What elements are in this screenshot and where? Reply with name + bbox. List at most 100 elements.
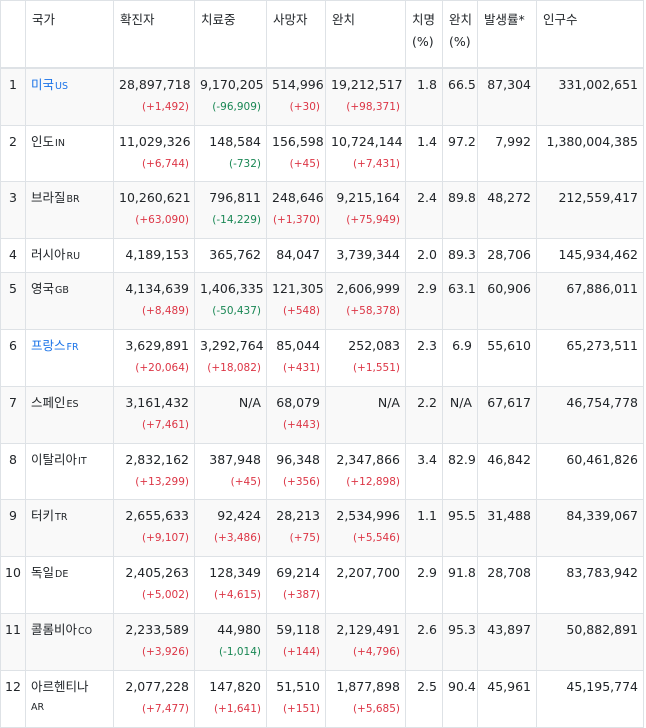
recovery-rate-cell: 90.4 [442, 669, 478, 728]
country-name: 러시아 [31, 246, 66, 262]
deaths-value: 28,213 [276, 507, 320, 523]
incidence-value: 48,272 [487, 189, 531, 205]
recovery-rate-value: 89.8 [448, 189, 476, 205]
confirmed-value: 3,629,891 [125, 337, 189, 353]
country-link[interactable]: 프랑스 [31, 338, 66, 353]
header-country[interactable]: 국가 [25, 0, 114, 69]
fatality-rate-cell: 1.4 [405, 124, 443, 182]
deaths-value: 121,305 [272, 280, 324, 296]
recovery-rate-cell: 82.9 [442, 442, 478, 500]
population-cell: 83,783,942 [536, 555, 644, 614]
rank-cell: 9 [0, 498, 26, 557]
recovered-value: 19,212,517 [331, 77, 403, 92]
rank-cell: 4 [0, 237, 26, 273]
treating-value: 387,948 [209, 451, 261, 467]
deaths-cell: 69,214 (+387) [266, 555, 326, 614]
header-recovery-rate[interactable]: 완치 (%) [442, 0, 478, 69]
country-name: 브라질 [31, 189, 66, 205]
incidence-value: 7,992 [495, 133, 531, 149]
header-deaths[interactable]: 사망자 [266, 0, 326, 69]
deaths-delta: (+45) [289, 157, 320, 170]
confirmed-delta: (+63,090) [135, 213, 189, 226]
table-body: 1 미국US 28,897,718 (+1,492) 9,170,205 (-96,909… [0, 67, 644, 728]
recovered-cell: 2,129,491 (+4,796) [325, 612, 406, 671]
recovery-rate-cell: 97.2 [442, 124, 478, 182]
country-cell[interactable]: 프랑스FR [25, 328, 114, 387]
population-cell: 60,461,826 [536, 442, 644, 500]
fatality-rate-cell: 1.1 [405, 498, 443, 557]
country-name-wrap: 스페인ES [31, 393, 108, 415]
country-code[interactable]: US [55, 81, 68, 92]
population-cell: 45,195,774 [536, 669, 644, 728]
recovery-rate-cell: N/A [442, 385, 478, 444]
recovered-value: 2,347,866 [336, 451, 400, 467]
country-link[interactable]: 미국 [31, 77, 54, 92]
treating-value: 3,292,764 [200, 337, 264, 353]
deaths-value: 85,044 [276, 337, 320, 353]
confirmed-cell: 2,655,633 (+9,107) [113, 498, 195, 557]
header-fatality-rate[interactable]: 치명 (%) [405, 0, 443, 69]
deaths-cell: 51,510 (+151) [266, 669, 326, 728]
recovered-delta: (+5,546) [352, 531, 400, 544]
country-cell[interactable]: 미국US [25, 67, 114, 126]
population-cell: 331,002,651 [536, 67, 644, 126]
confirmed-value: 2,233,589 [125, 621, 189, 637]
recovery-rate-value: 97.2 [448, 133, 476, 149]
treating-delta: (+45) [230, 475, 261, 488]
recovered-cell: 252,083 (+1,551) [325, 328, 406, 387]
population-value: 60,461,826 [566, 451, 638, 467]
confirmed-value: 2,405,263 [125, 564, 189, 580]
recovery-rate-cell: 89.8 [442, 180, 478, 239]
deaths-value: 51,510 [276, 678, 320, 694]
treating-delta: (+18,082) [207, 361, 261, 374]
fatality-rate-cell: 2.4 [405, 180, 443, 239]
rank-number: 7 [9, 394, 17, 410]
incidence-cell: 28,708 [477, 555, 537, 614]
population-cell: 212,559,417 [536, 180, 644, 239]
treating-delta: (-1,014) [218, 645, 261, 658]
deaths-delta: (+548) [282, 304, 320, 317]
recovery-rate-value: 89.3 [448, 246, 476, 262]
population-value: 84,339,067 [566, 507, 638, 523]
deaths-delta: (+1,370) [272, 213, 320, 226]
recovery-rate-value: 66.5 [448, 77, 476, 92]
treating-cell: 147,820 (+1,641) [194, 669, 267, 728]
country-name: 영국 [31, 280, 55, 296]
population-value: 212,559,417 [558, 189, 638, 205]
recovered-cell: 1,877,898 (+5,685) [325, 669, 406, 728]
rank-cell: 6 [0, 328, 26, 387]
country-code[interactable]: FR [67, 342, 79, 353]
incidence-value: 55,610 [487, 337, 531, 353]
fatality-rate-value: 2.2 [417, 394, 437, 410]
header-fatality-unit: (%) [412, 34, 434, 49]
table-row: 2 인도IN 11,029,326 (+6,744) 148,584 (-732) 156,… [0, 124, 644, 182]
confirmed-cell: 3,161,432 (+7,461) [113, 385, 195, 444]
population-cell: 1,380,004,385 [536, 124, 644, 182]
country-code: AR [31, 701, 45, 713]
country-cell: 터키TR [25, 498, 114, 557]
rank-cell: 10 [0, 555, 26, 614]
covid-stats-table: 국가 확진자 치료중 사망자 완치 치명 (%) 완치 (%) 발생률* 인구수 1… [0, 0, 644, 728]
treating-delta: (+4,615) [213, 588, 261, 601]
header-treating[interactable]: 치료중 [194, 0, 267, 69]
rank-number: 6 [9, 337, 17, 353]
population-cell: 67,886,011 [536, 271, 644, 330]
fatality-rate-value: 2.9 [417, 564, 437, 580]
fatality-rate-value: 2.9 [417, 280, 437, 296]
header-recovered[interactable]: 완치 [325, 0, 406, 69]
incidence-cell: 43,897 [477, 612, 537, 671]
header-confirmed[interactable]: 확진자 [113, 0, 195, 69]
header-incidence[interactable]: 발생률* [477, 0, 537, 69]
rank-cell: 8 [0, 442, 26, 500]
treating-cell: 9,170,205 (-96,909) [194, 67, 267, 126]
deaths-value: 96,348 [276, 451, 320, 467]
header-population[interactable]: 인구수 [536, 0, 644, 69]
country-cell: 콜롬비아CO [25, 612, 114, 671]
fatality-rate-value: 2.0 [417, 246, 437, 262]
recovery-rate-cell: 95.5 [442, 498, 478, 557]
confirmed-delta: (+8,489) [141, 304, 189, 317]
confirmed-value: 2,832,162 [125, 451, 189, 467]
country-name-wrap: 이탈리아IT [31, 450, 108, 472]
header-row: 국가 확진자 치료중 사망자 완치 치명 (%) 완치 (%) 발생률* 인구수 [0, 0, 644, 69]
rank-number: 2 [9, 133, 17, 149]
